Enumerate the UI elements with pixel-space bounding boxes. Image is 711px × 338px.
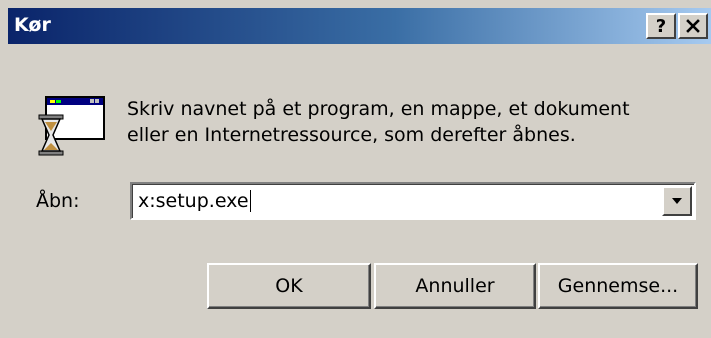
open-input-value: x:setup.exe [138, 190, 249, 212]
close-button[interactable] [678, 13, 708, 39]
help-button[interactable]: ? [646, 13, 676, 39]
cancel-button[interactable]: Annuller [374, 263, 536, 309]
title-bar[interactable]: Kør ? [8, 8, 711, 44]
description-line-2: eller en Internetressource, som derefter… [127, 124, 576, 146]
run-dialog: Kør ? Skriv navnet på et program, en map… [0, 0, 711, 338]
browse-button-label: Gennemse... [557, 275, 679, 297]
window-title: Kør [14, 14, 51, 36]
text-caret [249, 190, 251, 212]
ok-button-label: OK [275, 275, 303, 297]
close-icon [686, 19, 700, 33]
cancel-button-label: Annuller [415, 275, 495, 297]
open-combobox[interactable]: x:setup.exe [130, 182, 696, 220]
help-label: ? [655, 15, 667, 37]
description-text: Skriv navnet på et program, en mappe, et… [127, 96, 630, 148]
open-input[interactable]: x:setup.exe [138, 190, 251, 212]
chevron-down-icon [672, 198, 682, 204]
run-program-icon [38, 93, 108, 159]
dropdown-button[interactable] [662, 186, 692, 216]
ok-button[interactable]: OK [207, 263, 371, 309]
browse-button[interactable]: Gennemse... [538, 263, 698, 309]
description-line-1: Skriv navnet på et program, en mappe, et… [127, 98, 630, 120]
open-label: Åbn: [36, 190, 80, 212]
